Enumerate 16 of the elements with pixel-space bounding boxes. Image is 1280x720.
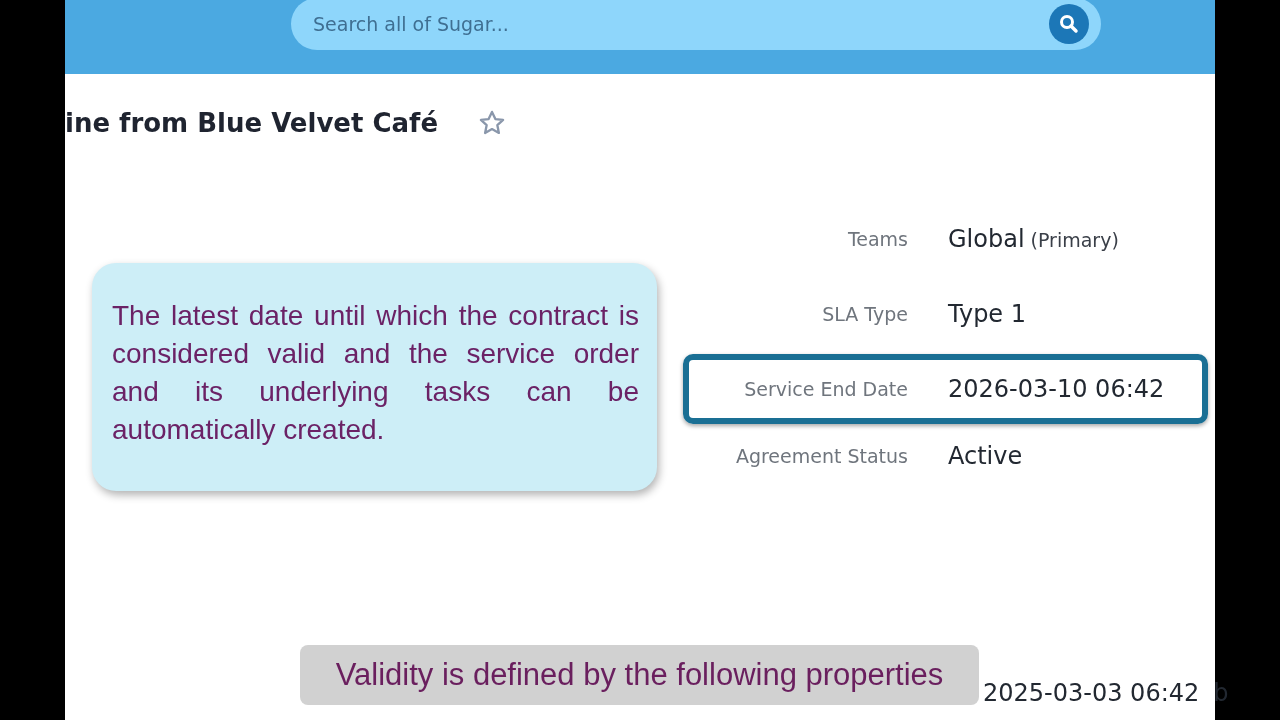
field-label: SLA Type <box>821 303 908 325</box>
field-label: Teams <box>846 228 908 250</box>
search-icon <box>1059 14 1079 34</box>
field-value: Type 1 <box>948 300 1027 328</box>
field-value: 2026-03-10 06:42 <box>948 375 1165 403</box>
field-label: Agreement Status <box>734 445 908 467</box>
favorite-star-icon[interactable] <box>478 109 507 137</box>
field-value: Active <box>948 442 1023 470</box>
search-field[interactable]: Search all of Sugar... <box>291 0 1101 50</box>
field-label: Service End Date <box>743 378 908 400</box>
field-value: 2025-03-03 06:42 <box>983 679 1200 707</box>
callout-bubble: The latest date until which the contract is considered valid and the service order and its underlying tasks can be automatically created. <box>92 263 657 491</box>
field-value: Global <box>948 225 1025 253</box>
caption-banner: Validity is defined by the following properties <box>300 645 979 705</box>
record-title: ine from Blue Velvet Café <box>65 108 439 138</box>
field-note: (Primary) <box>1030 229 1119 251</box>
